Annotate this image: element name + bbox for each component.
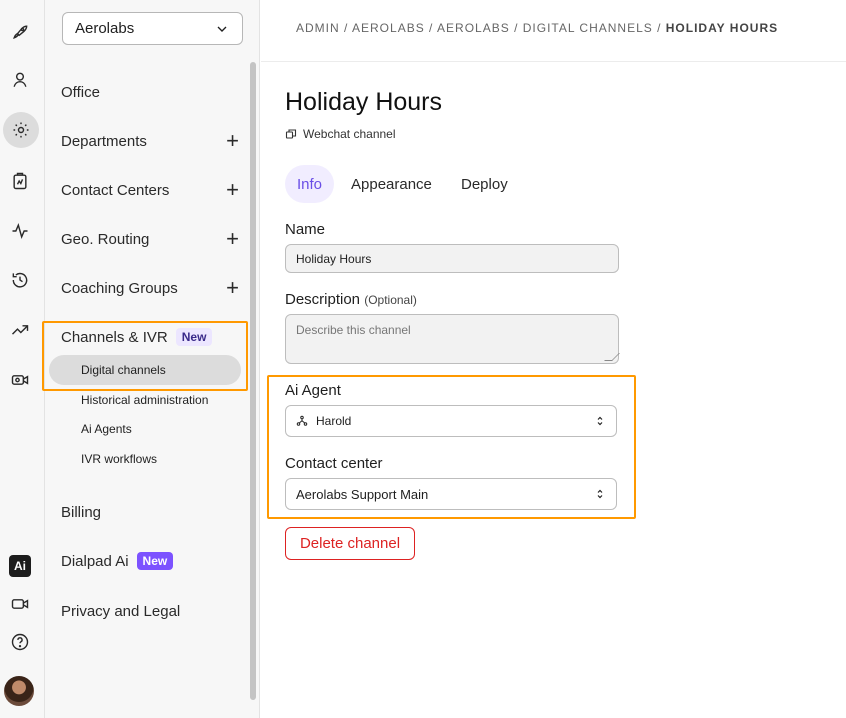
app-rail: Ai xyxy=(0,0,45,718)
plus-icon[interactable]: + xyxy=(226,179,239,201)
sidebar-item-contact-centers[interactable]: Contact Centers + xyxy=(61,178,239,202)
resize-handle[interactable] xyxy=(604,353,620,361)
user-icon[interactable] xyxy=(6,66,34,94)
sidebar-item-label: Privacy and Legal xyxy=(61,602,181,620)
breadcrumb-trail[interactable]: ADMIN / AEROLABS / AEROLABS / DIGITAL CH… xyxy=(296,21,666,35)
video-icon[interactable] xyxy=(6,590,34,618)
tab-deploy[interactable]: Deploy xyxy=(461,165,508,203)
name-field[interactable]: Holiday Hours xyxy=(285,244,619,273)
sidebar-item-office[interactable]: Office xyxy=(61,80,239,104)
sidebar-item-label: Coaching Groups xyxy=(61,279,178,297)
chevron-down-icon xyxy=(217,26,227,32)
history-icon[interactable] xyxy=(6,266,34,294)
sidebar-item-privacy-legal[interactable]: Privacy and Legal xyxy=(61,599,239,623)
trending-icon[interactable] xyxy=(6,316,34,344)
help-icon[interactable] xyxy=(6,628,34,656)
sidebar-item-geo-routing[interactable]: Geo. Routing + xyxy=(61,227,239,251)
new-badge: New xyxy=(136,552,174,570)
sidebar-item-label: Contact Centers xyxy=(61,181,170,199)
channel-type: Webchat channel xyxy=(285,127,396,141)
sidebar-item-coaching-groups[interactable]: Coaching Groups + xyxy=(61,276,239,300)
sidebar-item-label: Billing xyxy=(61,503,102,521)
video-settings-icon[interactable] xyxy=(6,366,34,394)
description-placeholder: Describe this channel xyxy=(296,323,411,337)
ai-chip: Ai xyxy=(9,555,31,577)
page-title: Holiday Hours xyxy=(285,88,443,116)
rocket-icon[interactable] xyxy=(6,18,34,46)
webchat-icon xyxy=(285,129,297,139)
sidebar-item-dialpad-ai[interactable]: Dialpad Ai New xyxy=(61,549,239,573)
sidebar-scrollbar[interactable] xyxy=(250,62,256,700)
highlight-box-sidebar xyxy=(42,321,248,391)
header-divider xyxy=(261,61,846,62)
sidebar-item-departments[interactable]: Departments + xyxy=(61,129,239,153)
sidebar-subitem-historical-administration[interactable]: Historical administration xyxy=(81,393,208,407)
description-field[interactable]: Describe this channel xyxy=(285,314,620,364)
sidebar-item-label: Dialpad Ai xyxy=(61,552,129,570)
channel-type-label: Webchat channel xyxy=(303,127,396,141)
description-label-text: Description xyxy=(285,291,361,308)
sidebar-item-label: Office xyxy=(61,83,100,101)
sidebar-item-label: Departments xyxy=(61,132,147,150)
org-select-value: Aerolabs xyxy=(75,20,135,37)
optional-hint: (Optional) xyxy=(364,293,417,307)
name-label: Name xyxy=(285,221,326,238)
delete-channel-button[interactable]: Delete channel xyxy=(285,527,415,560)
sidebar-item-billing[interactable]: Billing xyxy=(61,500,239,524)
tab-info[interactable]: Info xyxy=(285,165,335,203)
avatar[interactable] xyxy=(4,676,34,706)
plus-icon[interactable]: + xyxy=(226,130,239,152)
tab-appearance[interactable]: Appearance xyxy=(351,165,432,203)
sidebar-subitem-ai-agents[interactable]: Ai Agents xyxy=(81,422,132,436)
gear-icon[interactable] xyxy=(3,112,39,148)
org-select[interactable]: Aerolabs xyxy=(62,12,243,45)
dialpad-ai-icon[interactable]: Ai xyxy=(6,552,34,580)
breadcrumb: ADMIN / AEROLABS / AEROLABS / DIGITAL CH… xyxy=(296,21,778,35)
sidebar-item-label: Geo. Routing xyxy=(61,230,150,248)
plus-icon[interactable]: + xyxy=(226,277,239,299)
highlight-box-main xyxy=(267,375,636,519)
sidebar-subitem-ivr-workflows[interactable]: IVR workflows xyxy=(81,452,157,466)
clipboard-icon[interactable] xyxy=(6,167,34,195)
activity-icon[interactable] xyxy=(6,217,34,245)
description-label: Description (Optional) xyxy=(285,291,417,308)
breadcrumb-current: HOLIDAY HOURS xyxy=(665,21,779,35)
plus-icon[interactable]: + xyxy=(226,228,239,250)
